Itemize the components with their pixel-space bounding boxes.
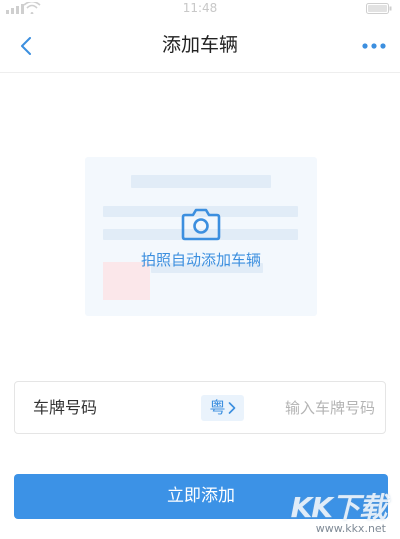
photo-add-label: 拍照自动添加车辆 — [140, 251, 261, 269]
page-title: 添加车辆 — [161, 34, 238, 56]
plate-number-input[interactable] — [255, 392, 375, 424]
add-now-button[interactable]: 立即添加 — [14, 474, 388, 519]
chevron-right-icon — [228, 402, 235, 414]
chevron-left-icon — [21, 37, 31, 55]
plate-number-row: 车牌号码 粤 — [14, 381, 386, 434]
watermark-url: www.kkx.net — [315, 522, 386, 535]
plate-number-label: 车牌号码 — [33, 398, 98, 417]
navigation-bar: 添加车辆 — [0, 18, 400, 73]
province-value: 粤 — [209, 398, 226, 417]
battery-icon — [366, 3, 392, 14]
status-time: 11:48 — [182, 1, 218, 15]
province-select[interactable]: 粤 — [201, 395, 244, 421]
more-dots-icon — [362, 43, 386, 49]
camera-icon — [181, 208, 221, 241]
status-bar: 11:48 — [0, 0, 400, 18]
photo-add-card[interactable]: 拍照自动添加车辆 — [85, 157, 317, 316]
placeholder-bar — [131, 175, 271, 188]
more-button[interactable] — [356, 30, 392, 62]
back-button[interactable] — [10, 30, 42, 62]
